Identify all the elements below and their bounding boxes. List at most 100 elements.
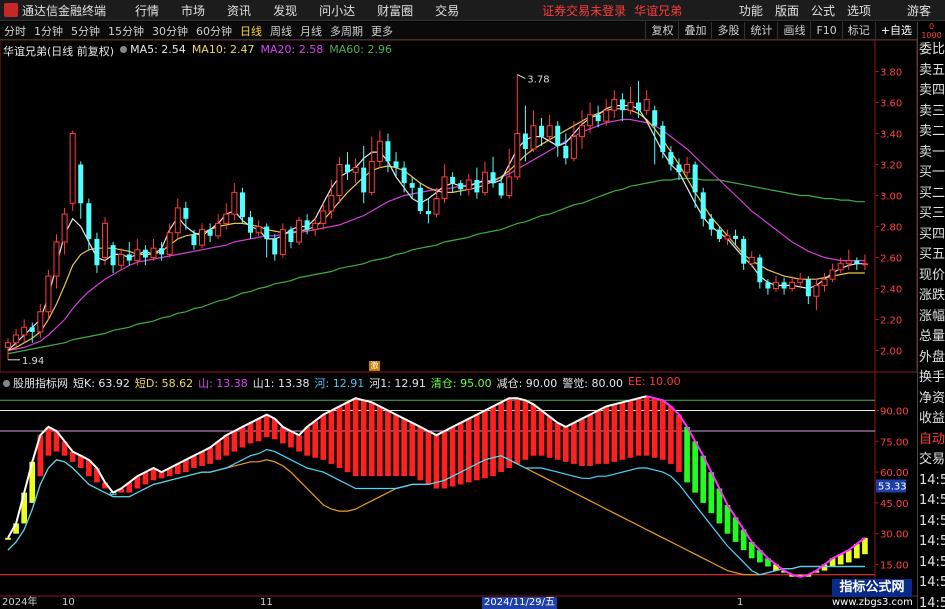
login-notice[interactable]: 证券交易未登录	[542, 2, 626, 19]
menu-xuanxiang[interactable]: 选项	[841, 2, 877, 19]
shan-legend: 山: 13.38	[198, 377, 248, 390]
indicator-bar	[668, 406, 674, 464]
date-label-selected[interactable]: 2024/11/29/五	[482, 597, 558, 609]
period-daily[interactable]: 日线	[236, 23, 266, 39]
price-tick-label: 3.80	[880, 68, 902, 79]
indicator-bar	[514, 398, 521, 464]
period-60min[interactable]: 60分钟	[192, 23, 236, 39]
tool-fuquan[interactable]: 复权	[645, 22, 678, 40]
auto-label[interactable]: 自动	[918, 430, 945, 451]
menu-jiaoyi[interactable]: 交易	[424, 2, 470, 19]
indicator-bar	[457, 422, 464, 485]
indicator-bar	[562, 426, 569, 462]
indicator-bar	[336, 406, 343, 468]
candle-body	[757, 257, 763, 283]
indicator-bar	[368, 402, 375, 477]
indicator-bar	[554, 422, 561, 460]
quote-label-14: 总量	[919, 329, 945, 344]
period-more[interactable]: 更多	[367, 23, 397, 39]
chart-tools: 复权 叠加 多股 统计 画线 F10 标记 +自选	[645, 22, 917, 40]
quote-label-1: 卖五	[919, 62, 945, 78]
date-axis: 2024年 10 11 2024/11/29/五 1	[0, 597, 917, 609]
indicator-bar	[595, 410, 601, 464]
candle-body	[692, 164, 698, 193]
candle-body	[376, 140, 383, 162]
indicator-bar	[199, 451, 205, 466]
he1-legend: 河1: 12.91	[369, 377, 426, 390]
period-weekly[interactable]: 周线	[266, 23, 296, 39]
candle-body	[118, 253, 125, 266]
menu-gongneng[interactable]: 功能	[733, 2, 769, 19]
menu-faxian[interactable]: 发现	[262, 2, 308, 19]
quote-label-4: 卖二	[919, 124, 945, 139]
tool-duogu[interactable]: 多股	[711, 22, 744, 40]
tool-f10[interactable]: F10	[810, 22, 841, 40]
period-1min[interactable]: 1分钟	[30, 23, 67, 39]
candle-body	[4, 342, 12, 348]
indicator-bar	[684, 426, 690, 483]
indicator-name[interactable]: 股朋指标网	[3, 375, 68, 391]
candle-body	[733, 235, 739, 239]
price-tick-label: 3.40	[880, 130, 902, 141]
indicator-bar	[360, 400, 367, 477]
trade-label[interactable]: 交易	[918, 450, 945, 471]
tool-tongji[interactable]: 统计	[744, 22, 777, 40]
period-30min[interactable]: 30分钟	[148, 23, 192, 39]
tool-diejia[interactable]: 叠加	[678, 22, 711, 40]
candle-body	[352, 167, 359, 173]
menu-gongshi[interactable]: 公式	[805, 2, 841, 19]
menu-banmian[interactable]: 版面	[769, 2, 805, 19]
period-5min[interactable]: 5分钟	[67, 23, 104, 39]
candle-body	[401, 167, 407, 184]
tool-huaxian[interactable]: 画线	[777, 22, 810, 40]
period-multi[interactable]: 多周期	[326, 23, 367, 39]
candle-body	[587, 114, 594, 127]
menu-shichang[interactable]: 市场	[170, 2, 216, 19]
candle-body	[110, 245, 116, 266]
ma5-line	[7, 104, 865, 351]
candle-body	[676, 164, 682, 173]
period-15min[interactable]: 15分钟	[104, 23, 148, 39]
watermark-title: 指标公式网	[832, 579, 912, 597]
guest-label[interactable]: 游客	[901, 2, 937, 19]
quote-top: 0 1000	[921, 22, 942, 40]
indicator-bar	[522, 400, 529, 460]
quote-items: 委比 卖五 卖四 卖三 卖二 卖一 买一 买二 买三 买四 买五 现价 涨跌 涨幅 总量 外盘 换手 净资 收益	[918, 40, 945, 430]
candle-body	[660, 125, 666, 153]
stock-name-legend[interactable]: 华谊兄弟(日线 前复权)	[3, 43, 114, 59]
sub-tick-label: 90.00	[880, 407, 909, 418]
tool-add-watchlist[interactable]: +自选	[874, 22, 917, 40]
candle-body	[652, 110, 658, 126]
ma20-line	[7, 118, 865, 352]
quote-label-8: 买三	[919, 206, 945, 221]
indicator-bar	[676, 414, 682, 473]
indicator-bar	[223, 435, 230, 456]
settings-dot-icon[interactable]	[120, 46, 128, 53]
period-fenshi[interactable]: 分时	[0, 23, 30, 39]
menu-zixun[interactable]: 资讯	[216, 2, 262, 19]
menu-caifuquan[interactable]: 财富圈	[366, 2, 424, 19]
candle-body	[813, 284, 820, 297]
candle-body	[643, 98, 650, 111]
date-label-10: 10	[62, 597, 75, 608]
candle-body	[595, 114, 601, 122]
candle-body	[78, 164, 84, 204]
indicator-bar	[579, 418, 585, 466]
chart-canvas[interactable]: 3.80 3.60 3.40 3.20 3.00 2.80 2.60 2.40 2.20 2.00…	[0, 40, 917, 597]
jingjue-legend: 警觉: 80.00	[562, 377, 624, 390]
low-marker-label: 1.94	[22, 356, 44, 367]
candle-body	[279, 229, 286, 255]
menu-hangqing[interactable]: 行情	[124, 2, 170, 19]
indicator-bar	[385, 410, 391, 477]
sub-tick-label: 15.00	[880, 560, 909, 571]
ma20-legend: MA20: 2.58	[260, 43, 324, 56]
menu-wenxiaoda[interactable]: 问小达	[308, 2, 366, 19]
quote-times: 14:5614:5614:5614:5614:5614:5614:5614:56	[918, 471, 945, 609]
quote-time-0: 14:56	[919, 472, 945, 488]
price-tick-label: 3.00	[880, 192, 902, 203]
indicator-bar	[409, 422, 416, 477]
candle-body	[255, 226, 262, 234]
tool-biaoji[interactable]: 标记	[841, 22, 875, 40]
candle-body	[506, 176, 513, 196]
period-monthly[interactable]: 月线	[296, 23, 326, 39]
